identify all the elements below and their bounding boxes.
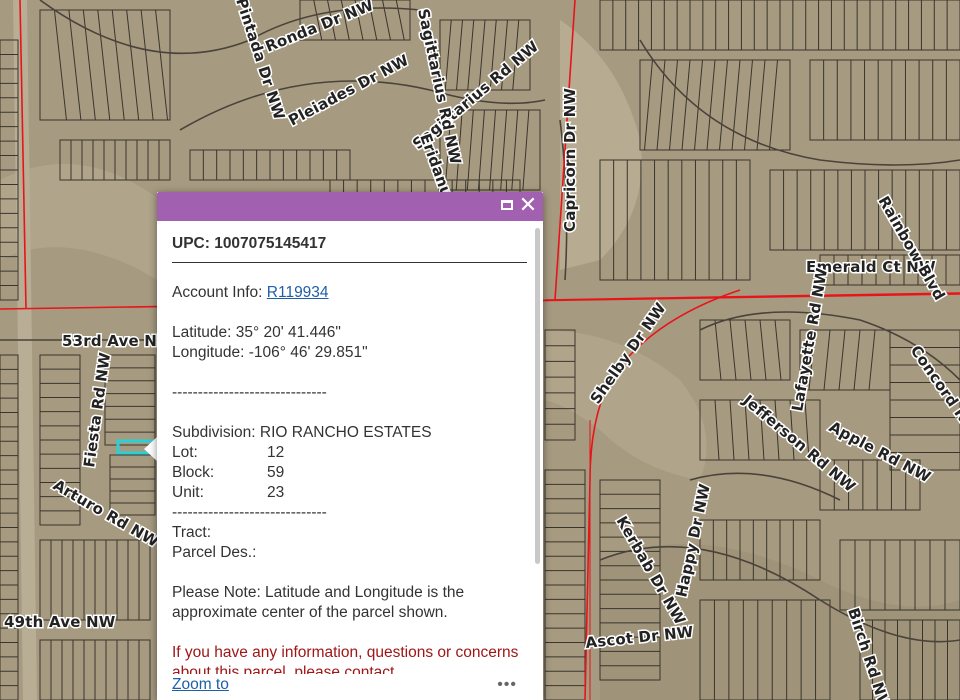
block-value: 59 (267, 464, 285, 481)
zoom-to-link[interactable]: Zoom to (172, 676, 229, 694)
account-info-row: Account Info: R119934 (172, 283, 528, 303)
parcel-popup: ✕ UPC: 1007075145417 Account Info: R1199… (157, 192, 543, 700)
popup-body: UPC: 1007075145417 Account Info: R119934… (172, 221, 528, 674)
parcel-des-label: Parcel Des.: (172, 544, 257, 561)
road-label-49th-ave: 49th Ave NW (4, 613, 116, 631)
account-link[interactable]: R119934 (267, 284, 329, 301)
lot-label: Lot: (172, 444, 198, 461)
upc-field: UPC: 1007075145417 (172, 221, 527, 263)
more-options-icon[interactable]: ••• (497, 676, 517, 694)
divider-2: ------------------------------ (172, 504, 327, 521)
latitude-field: Latitude: 35° 20' 41.446" (172, 324, 341, 341)
popup-pointer (144, 436, 158, 462)
divider-1: ------------------------------ (172, 384, 327, 401)
lot-value: 12 (267, 444, 285, 461)
unit-row: Unit: 23 (172, 483, 528, 503)
unit-value: 23 (267, 484, 285, 501)
longitude-field: Longitude: -106° 46' 29.851" (172, 344, 368, 361)
location-note: Please Note: Latitude and Longitude is t… (172, 584, 465, 621)
unit-label: Unit: (172, 484, 204, 501)
popup-scroll-thumb[interactable] (535, 228, 540, 564)
tract-label: Tract: (172, 524, 212, 541)
account-info-label: Account Info: (172, 284, 267, 301)
block-row: Block: 59 (172, 463, 528, 483)
contact-note: If you have any information, questions o… (172, 644, 519, 674)
block-label: Block: (172, 464, 215, 481)
popup-header: ✕ (157, 192, 543, 221)
road-label-capricorn: Capricorn Dr NW (561, 88, 579, 232)
close-icon[interactable]: ✕ (517, 194, 539, 218)
maximize-icon[interactable] (501, 200, 513, 210)
popup-footer: Zoom to ••• (157, 674, 543, 700)
subdivision-field: Subdivision: RIO RANCHO ESTATES (172, 424, 432, 441)
lot-row: Lot: 12 (172, 443, 528, 463)
